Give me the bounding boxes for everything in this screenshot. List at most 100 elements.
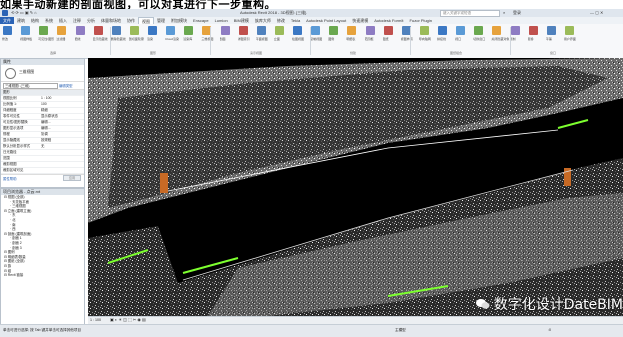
ribbon-button-label[interactable]: 复制视图: [310, 37, 329, 41]
edit-type-button[interactable]: 编辑类型: [59, 83, 73, 88]
ribbon-button-28-icon[interactable]: [510, 26, 520, 35]
property-value[interactable]: [41, 150, 84, 155]
ribbon-button-18-icon[interactable]: [329, 26, 339, 35]
ribbon-button-label[interactable]: 平面视图: [256, 37, 275, 41]
ribbon-button-label[interactable]: 剖面: [220, 37, 239, 41]
property-value[interactable]: 1 : 100: [41, 96, 84, 101]
tab-20[interactable]: Autodesk FormIt: [371, 17, 406, 24]
ribbon-button-30-icon[interactable]: [546, 26, 556, 35]
property-value[interactable]: 显示原状态: [41, 114, 84, 119]
ribbon-button-16-icon[interactable]: [293, 26, 302, 35]
property-value[interactable]: 协调: [41, 132, 84, 137]
ribbon-button-label[interactable]: 平铺: [546, 37, 565, 41]
ribbon-button-26-icon[interactable]: [474, 26, 484, 35]
property-value[interactable]: 精细: [41, 108, 84, 113]
ribbon-button-label[interactable]: 立面: [274, 37, 293, 41]
tab-0[interactable]: 文件: [0, 17, 14, 24]
property-value[interactable]: 按规程: [41, 138, 84, 143]
ribbon-button-8-icon[interactable]: [148, 26, 157, 35]
ribbon-button-label[interactable]: 细线: [75, 37, 94, 41]
property-value[interactable]: [41, 156, 84, 161]
ribbon-button-5-icon[interactable]: [93, 26, 103, 35]
ribbon-button-label[interactable]: 复制: [510, 37, 529, 41]
tab-21[interactable]: Fuzor Plugin: [407, 17, 435, 24]
quick-access-toolbar[interactable]: ⟲ ⟳ ▭ ▣ ✎ ⌂: [11, 9, 37, 17]
tab-7[interactable]: 体量和场地: [98, 17, 124, 24]
apply-button[interactable]: 应用: [63, 175, 81, 181]
ribbon-button-label[interactable]: 修改: [2, 37, 21, 41]
ribbon-button-15-icon[interactable]: [274, 26, 284, 35]
ribbon-button-label[interactable]: 渲染库: [183, 37, 202, 41]
tab-6[interactable]: 分析: [84, 17, 98, 24]
ribbon-button-label[interactable]: 显示隐藏线: [93, 37, 112, 41]
ribbon-button-3-icon[interactable]: [57, 26, 67, 35]
ribbon-button-label[interactable]: 拼接线: [437, 37, 456, 41]
ribbon-button-6-icon[interactable]: [111, 26, 121, 35]
tab-16[interactable]: 修改: [274, 17, 288, 24]
ribbon-button-label[interactable]: 剖切面轮廓: [129, 37, 148, 41]
view-control-icons[interactable]: ▣ ◐ ☀ ◫ ⬚ ✂ ◉ ▤: [110, 317, 146, 322]
search-icon[interactable]: ⌕: [503, 9, 505, 17]
ribbon-button-label[interactable]: 绘图视图: [292, 37, 311, 41]
ribbon-button-label[interactable]: 关闭隐藏对象: [491, 37, 510, 41]
ribbon-button-label[interactable]: Cloud渲染: [165, 37, 184, 41]
property-value[interactable]: 编辑...: [41, 120, 84, 125]
ribbon-button-label[interactable]: 过滤器: [56, 37, 75, 41]
ribbon-button-label[interactable]: 视口: [455, 37, 474, 41]
revit-logo-icon[interactable]: [2, 10, 8, 16]
tab-5[interactable]: 注释: [70, 17, 84, 24]
ribbon-button-0-icon[interactable]: [3, 26, 12, 35]
ribbon-button-label[interactable]: 视图样板: [20, 37, 39, 41]
ribbon-button-25-icon[interactable]: [456, 26, 466, 35]
ribbon-button-7-icon[interactable]: [129, 26, 139, 35]
tab-15[interactable]: 族库大师: [252, 17, 274, 24]
tree-item[interactable]: ⊟ Revit 链接: [1, 273, 84, 278]
ribbon-button-label[interactable]: 可见性/图形: [38, 37, 57, 41]
ribbon-button-17-icon[interactable]: [311, 26, 321, 35]
property-value[interactable]: [41, 168, 84, 173]
property-value[interactable]: 100: [41, 102, 84, 107]
ribbon-button-1-icon[interactable]: [21, 26, 31, 35]
ribbon-button-label[interactable]: 渲染: [147, 37, 166, 41]
ribbon-button-14-icon[interactable]: [256, 26, 266, 35]
ribbon-button-29-icon[interactable]: [528, 26, 538, 35]
3d-view-canvas[interactable]: [88, 58, 623, 316]
tab-19[interactable]: 快速建模: [349, 17, 371, 24]
ribbon-button-label[interactable]: 层叠: [528, 37, 547, 41]
view-scale[interactable]: 1 : 100: [90, 318, 101, 322]
ribbon-button-2-icon[interactable]: [39, 26, 49, 35]
tab-10[interactable]: 管理: [154, 17, 168, 24]
search-input[interactable]: 键入关键字或短语: [440, 10, 500, 17]
ribbon-button-label[interactable]: 详图索引: [238, 37, 257, 41]
ribbon-button-label[interactable]: 导向轴网: [419, 37, 438, 41]
ribbon-button-label[interactable]: 图例: [328, 37, 347, 41]
tab-17[interactable]: Tekla: [288, 17, 303, 24]
ribbon-button-4-icon[interactable]: [75, 26, 85, 35]
tab-8[interactable]: 协作: [124, 17, 138, 24]
tab-14[interactable]: BIM建模: [231, 17, 252, 24]
property-value[interactable]: [41, 162, 84, 167]
properties-help-link[interactable]: 属性帮助: [3, 176, 17, 181]
ribbon-button-label[interactable]: 用户界面: [564, 37, 583, 41]
ribbon-button-12-icon[interactable]: [220, 26, 230, 35]
tab-1[interactable]: 建筑: [14, 17, 28, 24]
ribbon-button-13-icon[interactable]: [238, 26, 248, 35]
tab-18[interactable]: Autodesk Point Layout: [303, 17, 349, 24]
property-value[interactable]: 无: [41, 144, 84, 149]
instance-selector[interactable]: 三维视图: {三维}: [3, 83, 58, 89]
ribbon-button-19-icon[interactable]: [347, 26, 357, 35]
ribbon-button-label[interactable]: 明细表: [346, 37, 365, 41]
tab-11[interactable]: 附加模块: [168, 17, 190, 24]
ribbon-button-9-icon[interactable]: [166, 26, 176, 35]
ribbon-button-20-icon[interactable]: [365, 26, 375, 35]
ribbon-button-label[interactable]: 范围框: [365, 37, 384, 41]
type-selector[interactable]: 三维视图: [1, 65, 84, 82]
ribbon-button-label[interactable]: 图纸: [383, 37, 402, 41]
ribbon-button-24-icon[interactable]: [438, 26, 447, 35]
tab-4[interactable]: 插入: [56, 17, 70, 24]
property-value[interactable]: 编辑...: [41, 126, 84, 131]
user-sign-in[interactable]: 登录: [513, 9, 521, 17]
ribbon-button-21-icon[interactable]: [383, 26, 393, 35]
tab-12[interactable]: Enscape: [190, 17, 212, 24]
ribbon-button-23-icon[interactable]: [419, 26, 429, 35]
